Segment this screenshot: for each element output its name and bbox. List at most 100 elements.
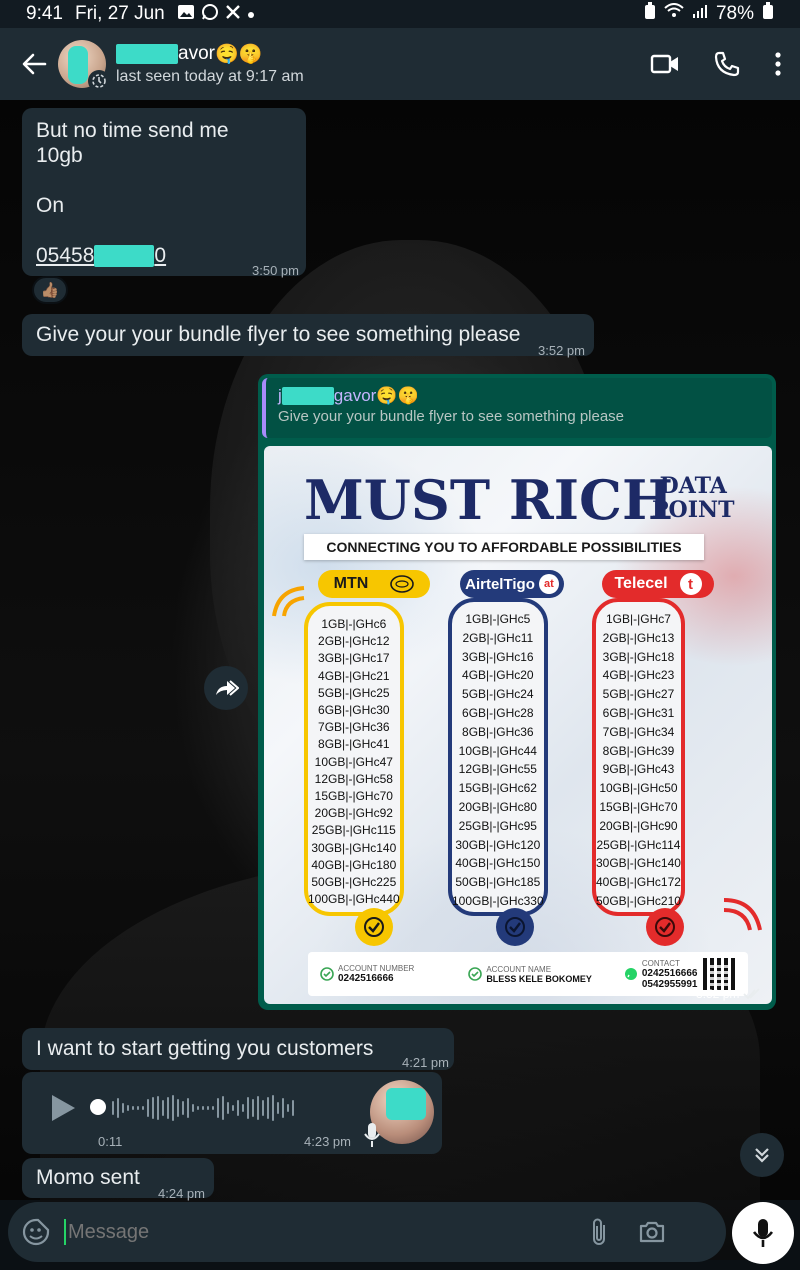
notification-icons bbox=[177, 3, 255, 25]
play-icon[interactable] bbox=[48, 1092, 78, 1129]
contact-info[interactable]: avor 🤤🤫 last seen today at 9:17 am bbox=[116, 42, 304, 86]
forward-icon[interactable] bbox=[204, 666, 248, 710]
waveform-bar bbox=[267, 1097, 269, 1119]
message-time: 4:23 pm bbox=[304, 1134, 351, 1149]
price-row: 15GB|-|GHc70 bbox=[599, 799, 678, 814]
battery-saver-icon bbox=[644, 2, 656, 26]
price-row: 8GB|-|GHc39 bbox=[602, 743, 675, 758]
waveform-bar bbox=[242, 1104, 244, 1112]
waveform-bar bbox=[192, 1104, 194, 1112]
x-notification-icon bbox=[225, 4, 241, 24]
message-bubble-in[interactable]: But no time send me 10gb On 05458 0 3:50… bbox=[22, 108, 306, 278]
waveform-bar bbox=[202, 1106, 204, 1110]
price-row: 5GB|-|GHc24 bbox=[462, 687, 534, 702]
status-date: Fri, 27 Jun bbox=[74, 3, 165, 24]
attach-icon[interactable] bbox=[590, 1217, 608, 1247]
voice-duration: 0:11 bbox=[98, 1134, 123, 1149]
message-input[interactable] bbox=[64, 1219, 584, 1245]
waveform-bar bbox=[117, 1098, 119, 1118]
quoted-author: j gavor 🤤🤫 bbox=[278, 386, 419, 405]
voice-waveform[interactable] bbox=[112, 1092, 294, 1124]
name-redaction bbox=[116, 44, 178, 64]
price-list-mtn: 1GB|-|GHc6 2GB|-|GHc12 3GB|-|GHc17 4GB|-|GH… bbox=[304, 602, 404, 916]
phone-icon[interactable] bbox=[714, 51, 740, 77]
waveform-bar bbox=[182, 1101, 184, 1115]
contact-name-emojis: 🤤🤫 bbox=[214, 44, 263, 65]
contact-avatar[interactable] bbox=[58, 40, 110, 92]
reaction-thumbs-up[interactable]: 👍🏽 bbox=[32, 276, 68, 304]
price-row: 3GB|-|GHc18 bbox=[602, 649, 675, 664]
status-bar: 9:41 Fri, 27 Jun 78% bbox=[0, 0, 800, 28]
video-call-icon[interactable] bbox=[650, 53, 680, 75]
chevron-double-down-icon[interactable] bbox=[740, 1133, 784, 1177]
waveform-bar bbox=[172, 1095, 174, 1121]
price-row: 15GB|-|GHc70 bbox=[314, 789, 393, 804]
price-row: 25GB|-|GHc95 bbox=[458, 818, 537, 833]
camera-icon[interactable] bbox=[638, 1220, 666, 1244]
check-icon bbox=[320, 967, 334, 981]
price-row: 15GB|-|GHc62 bbox=[458, 781, 537, 796]
price-row: 30GB|-|GHc140 bbox=[311, 840, 397, 855]
price-row: 40GB|-|GHc172 bbox=[596, 875, 681, 890]
avatar-redaction bbox=[386, 1088, 426, 1120]
price-row: 1GB|-|GHc6 bbox=[321, 617, 387, 631]
waveform-bar bbox=[122, 1103, 124, 1113]
price-row: 3GB|-|GHc17 bbox=[318, 651, 390, 666]
network-header-airteltigo: AirtelTigo at bbox=[460, 570, 564, 598]
quoted-reply[interactable]: j gavor 🤤🤫 Give your your bundle flyer t… bbox=[262, 378, 772, 438]
back-arrow-icon[interactable] bbox=[12, 42, 56, 86]
voice-message[interactable]: 0:11 4:23 pm bbox=[22, 1072, 442, 1154]
whatsapp-notification-icon bbox=[201, 3, 219, 25]
price-row: 12GB|-|GHc58 bbox=[314, 771, 393, 786]
header-actions bbox=[650, 51, 782, 77]
message-text: I want to start getting you customers bbox=[36, 1037, 374, 1060]
waveform-bar bbox=[282, 1098, 284, 1118]
message-bubble-in[interactable]: Momo sent 4:24 pm bbox=[22, 1158, 214, 1201]
message-time: 3:50 pm bbox=[252, 263, 299, 278]
flyer-tagline: CONNECTING YOU TO AFFORDABLE POSSIBILITI… bbox=[304, 534, 704, 560]
waveform-bar bbox=[257, 1096, 259, 1120]
price-row: 9GB|-|GHc43 bbox=[602, 762, 675, 777]
status-time: 9:41 bbox=[26, 3, 63, 24]
check-circle-icon bbox=[355, 908, 393, 946]
waveform-bar bbox=[162, 1100, 164, 1116]
sticker-icon[interactable] bbox=[22, 1218, 50, 1246]
waveform-bar bbox=[247, 1097, 249, 1119]
signal-icon bbox=[692, 3, 708, 25]
waveform-bar bbox=[252, 1099, 254, 1117]
check-circle-icon bbox=[646, 908, 684, 946]
price-row: 8GB|-|GHc41 bbox=[318, 737, 390, 752]
wifi-decoration-icon bbox=[272, 586, 305, 617]
playback-scrubber[interactable] bbox=[90, 1099, 106, 1115]
message-bubble-in[interactable]: I want to start getting you customers 4:… bbox=[22, 1028, 454, 1070]
price-row: 4GB|-|GHc20 bbox=[462, 668, 534, 683]
account-number-block: ACCOUNT NUMBER 0242516666 bbox=[320, 964, 414, 984]
waveform-bar bbox=[197, 1106, 199, 1110]
phone-number-link[interactable]: 05458 0 bbox=[36, 243, 229, 268]
message-text: Momo sent bbox=[36, 1166, 140, 1189]
message-bubble-in[interactable]: Give your your bundle flyer to see somet… bbox=[22, 314, 594, 358]
price-row: 20GB|-|GHc80 bbox=[458, 799, 537, 814]
voice-record-button[interactable] bbox=[732, 1202, 794, 1264]
waveform-bar bbox=[127, 1105, 129, 1111]
price-row: 7GB|-|GHc34 bbox=[602, 724, 675, 739]
read-receipt-icon bbox=[743, 988, 760, 1000]
message-text: Give your your bundle flyer to see somet… bbox=[36, 323, 521, 346]
compose-bar bbox=[8, 1202, 726, 1262]
price-row: 20GB|-|GHc90 bbox=[599, 818, 678, 833]
flyer-image[interactable]: MUST RICH DATA POINT CONNECTING YOU TO A… bbox=[264, 446, 772, 1004]
phone-redaction bbox=[94, 244, 155, 267]
network-header-mtn: MTN bbox=[318, 570, 430, 598]
waveform-bar bbox=[217, 1098, 219, 1118]
avatar-redaction bbox=[68, 46, 88, 84]
quoted-text: Give your your bundle flyer to see somet… bbox=[278, 408, 625, 425]
price-row: 50GB|-|GHc225 bbox=[311, 875, 397, 890]
check-icon bbox=[468, 967, 483, 981]
waveform-bar bbox=[207, 1106, 209, 1110]
waveform-bar bbox=[227, 1102, 229, 1114]
waveform-bar bbox=[157, 1096, 159, 1120]
more-vert-icon[interactable] bbox=[774, 52, 782, 76]
contact-block: CONTACT 0242516666 0542955991 bbox=[624, 959, 697, 990]
waveform-bar bbox=[142, 1106, 144, 1110]
price-row: 100GB|-|GHc440 bbox=[308, 892, 400, 907]
